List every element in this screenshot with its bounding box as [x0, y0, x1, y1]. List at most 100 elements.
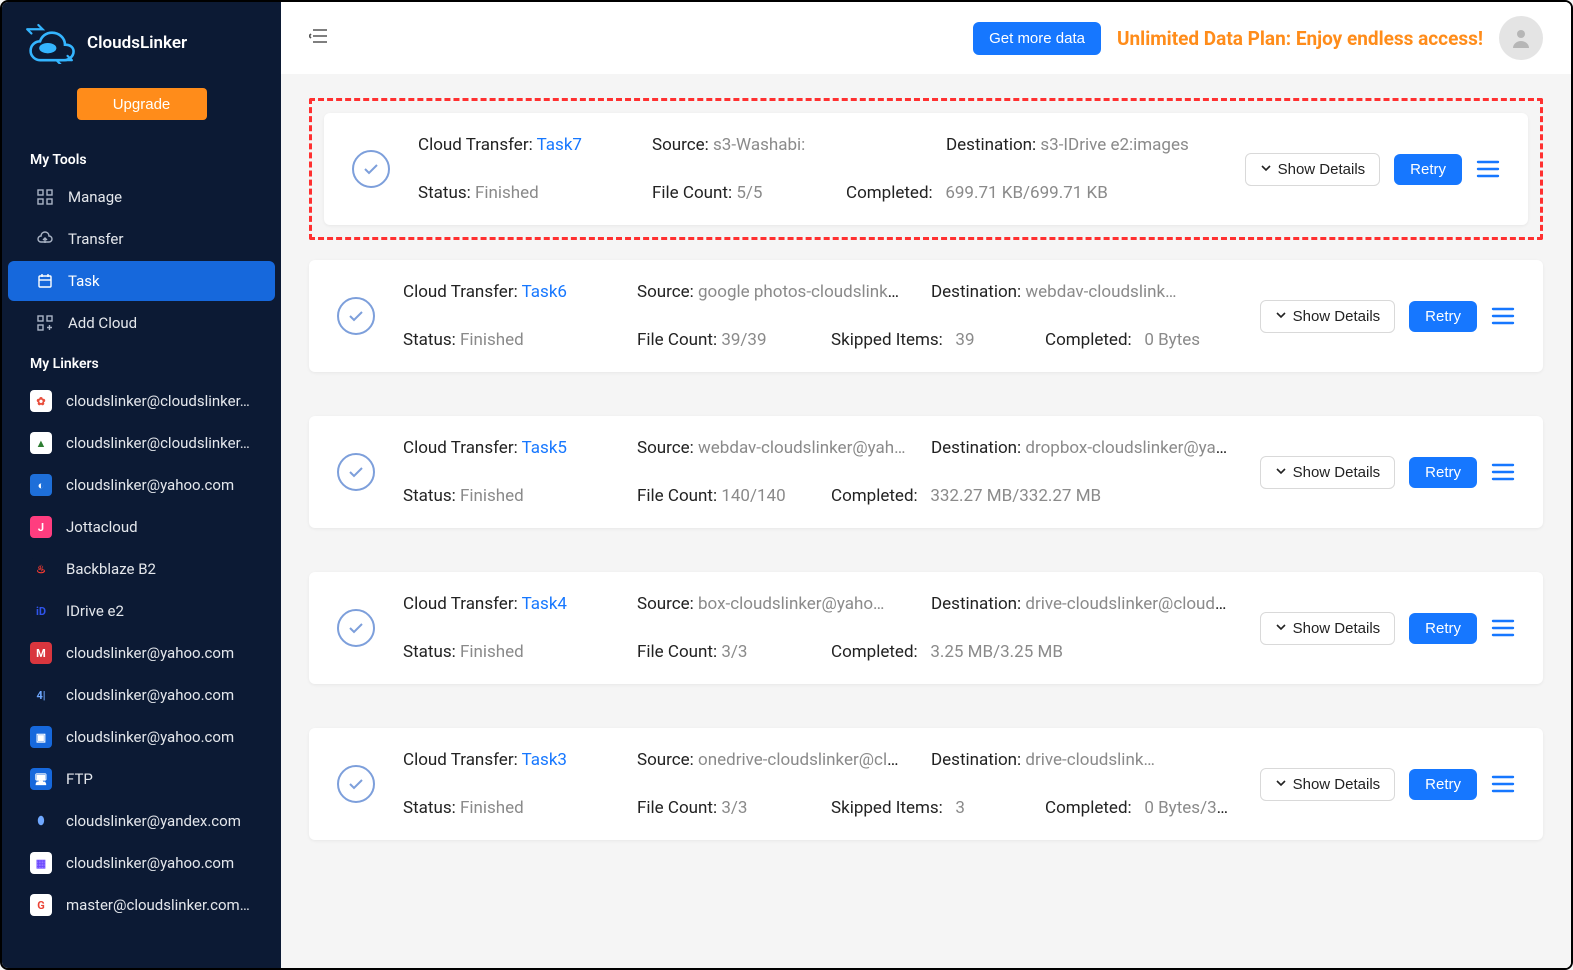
task-name[interactable]: Task6	[522, 282, 567, 302]
linker-item-4shared[interactable]: 4|cloudslinker@yahoo.com	[2, 674, 281, 716]
linker-item-idrive[interactable]: iDIDrive e2	[2, 590, 281, 632]
destination-label: Destination:	[946, 135, 1040, 155]
linker-label: cloudslinker@yahoo.com	[66, 644, 234, 662]
linker-label: FTP	[66, 770, 93, 788]
hamburger-menu-icon[interactable]	[1491, 774, 1515, 794]
show-details-button[interactable]: Show Details	[1260, 300, 1396, 333]
task-name[interactable]: Task7	[537, 135, 582, 155]
nav-label: Add Cloud	[68, 314, 137, 332]
file-count-value: 140/140	[721, 486, 785, 506]
task-row-top: Cloud Transfer: Task5Source: webdav-clou…	[403, 438, 1232, 458]
retry-button[interactable]: Retry	[1409, 769, 1477, 800]
skipped-label: Skipped Items:	[831, 330, 947, 350]
task-row-bottom: Status: FinishedFile Count: 5/5Completed…	[418, 183, 1217, 203]
4shared-icon: 4|	[30, 684, 52, 706]
status-value: Finished	[475, 183, 539, 203]
nav-add-cloud[interactable]: Add Cloud	[8, 303, 275, 343]
linker-item-gdrive[interactable]: ▲cloudslinker@cloudslinker.co...	[2, 422, 281, 464]
show-details-button[interactable]: Show Details	[1245, 153, 1381, 186]
box2-icon: ▣	[30, 726, 52, 748]
file-count-value: 39/39	[721, 330, 766, 350]
chevron-down-icon	[1260, 161, 1272, 178]
retry-button[interactable]: Retry	[1394, 154, 1462, 185]
linker-label: cloudslinker@yahoo.com	[66, 476, 234, 494]
hamburger-menu-icon[interactable]	[1491, 462, 1515, 482]
linker-item-proton[interactable]: ▦cloudslinker@yahoo.com	[2, 842, 281, 884]
show-details-label: Show Details	[1293, 620, 1381, 637]
status-check-icon	[337, 297, 375, 335]
linker-item-gmaster[interactable]: Gmaster@cloudslinker.com-s...	[2, 884, 281, 926]
show-details-label: Show Details	[1293, 776, 1381, 793]
upgrade-button[interactable]: Upgrade	[77, 88, 207, 120]
task-row-bottom: Status: FinishedFile Count: 3/3Skipped I…	[403, 798, 1232, 818]
destination-value: drive-cloudslink…	[1025, 750, 1154, 770]
retry-button[interactable]: Retry	[1409, 301, 1477, 332]
linker-label: cloudslinker@yahoo.com	[66, 728, 234, 746]
cloud-transfer-label: Cloud Transfer:	[403, 282, 522, 302]
source-cell: Source: webdav-cloudslinker@yah…	[637, 438, 907, 458]
linker-item-box2[interactable]: ▣ cloudslinker@yahoo.com	[2, 716, 281, 758]
task-card: Cloud Transfer: Task3Source: onedrive-cl…	[309, 728, 1543, 840]
show-details-label: Show Details	[1278, 161, 1366, 178]
file-count-value: 3/3	[721, 798, 747, 818]
show-details-button[interactable]: Show Details	[1260, 612, 1396, 645]
destination-cell: Destination: drive-cloudslinker@cloudsli…	[931, 594, 1232, 614]
nav-label: Task	[68, 272, 100, 290]
task-card: Cloud Transfer: Task7Source: s3-Washabi:…	[324, 113, 1528, 225]
task-row-bottom: Status: FinishedFile Count: 39/39Skipped…	[403, 330, 1232, 350]
status-check-icon	[337, 453, 375, 491]
linker-label: cloudslinker@cloudslinker.co...	[66, 434, 253, 452]
linker-item-jotta[interactable]: JJottacloud	[2, 506, 281, 548]
get-more-data-button[interactable]: Get more data	[973, 22, 1101, 55]
banner-text[interactable]: Unlimited Data Plan: Enjoy endless acces…	[1117, 27, 1483, 50]
retry-button[interactable]: Retry	[1409, 457, 1477, 488]
skipped-value: 3	[955, 798, 965, 818]
avatar[interactable]	[1499, 16, 1543, 60]
linker-item-mega[interactable]: Mcloudslinker@yahoo.com	[2, 632, 281, 674]
task-name[interactable]: Task3	[522, 750, 567, 770]
destination-label: Destination:	[931, 594, 1025, 614]
hamburger-menu-icon[interactable]	[1476, 159, 1500, 179]
task-name[interactable]: Task4	[522, 594, 567, 614]
task-card: Cloud Transfer: Task5Source: webdav-clou…	[309, 416, 1543, 528]
task-name[interactable]: Task5	[522, 438, 567, 458]
task-actions: Show Details Retry	[1260, 456, 1515, 489]
status-label: Status:	[403, 798, 460, 818]
file-count-value: 5/5	[736, 183, 762, 203]
nav-task[interactable]: Task	[8, 261, 275, 301]
retry-button[interactable]: Retry	[1409, 613, 1477, 644]
completed-label: Completed:	[1045, 330, 1136, 350]
show-details-button[interactable]: Show Details	[1260, 768, 1396, 801]
source-value: box-cloudslinker@yaho…	[698, 594, 884, 614]
source-cell: Source: s3-Washabi:	[652, 135, 922, 155]
show-details-button[interactable]: Show Details	[1260, 456, 1396, 489]
section-my-linkers: My Linkers	[2, 348, 281, 380]
file-count-value: 3/3	[721, 642, 747, 662]
task-body: Cloud Transfer: Task4Source: box-cloudsl…	[403, 594, 1232, 662]
destination-label: Destination:	[931, 282, 1025, 302]
nav-manage[interactable]: Manage	[8, 177, 275, 217]
linker-item-ftp[interactable]: 🖥FTP	[2, 758, 281, 800]
destination-cell: Destination: webdav-cloudslink…	[931, 282, 1232, 302]
task-row-top: Cloud Transfer: Task6Source: google phot…	[403, 282, 1232, 302]
hamburger-menu-icon[interactable]	[1491, 618, 1515, 638]
completed-value: 699.71 KB/699.71 KB	[945, 183, 1107, 203]
cloud-upload-icon	[36, 230, 54, 248]
file-count-cell: File Count: 3/3	[637, 798, 807, 818]
linker-item-pcloud[interactable]: ◐cloudslinker@yahoo.com	[2, 464, 281, 506]
backblaze-icon: ♨	[30, 558, 52, 580]
hamburger-menu-icon[interactable]	[1491, 306, 1515, 326]
nav-transfer[interactable]: Transfer	[8, 219, 275, 259]
linker-item-backblaze[interactable]: ♨Backblaze B2	[2, 548, 281, 590]
skipped-label: Skipped Items:	[831, 798, 947, 818]
completed-value: 0 Bytes/345.94 KB	[1144, 798, 1231, 818]
collapse-sidebar-icon[interactable]	[309, 28, 327, 49]
grid-icon	[36, 188, 54, 206]
source-value: google photos-cloudslinker@clouds…	[698, 282, 907, 302]
sidebar: CloudsLinker Upgrade My Tools Manage Tra…	[2, 2, 281, 968]
skipped-value: 39	[955, 330, 974, 350]
linker-item-gphotos[interactable]: ✿cloudslinker@cloudslinker.co...	[2, 380, 281, 422]
linker-label: Jottacloud	[66, 518, 138, 536]
file-count-label: File Count:	[637, 330, 721, 350]
linker-item-yandex[interactable]: ⬮cloudslinker@yandex.com	[2, 800, 281, 842]
